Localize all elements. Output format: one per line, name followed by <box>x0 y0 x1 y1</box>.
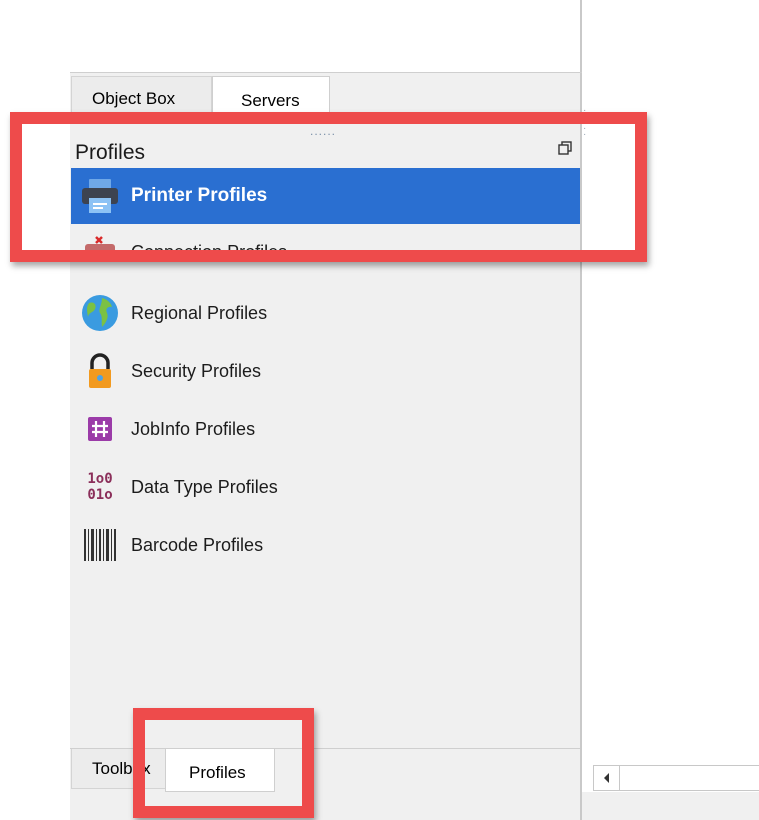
item-label: Barcode Profiles <box>131 534 264 555</box>
top-empty-pane <box>0 0 582 72</box>
barcode-icon <box>79 525 121 565</box>
list-item-data-type-profiles[interactable]: 1o0 01o Data Type Profiles <box>71 461 580 513</box>
tab-servers[interactable]: Servers <box>212 76 330 116</box>
item-label: Data Type Profiles <box>131 476 278 497</box>
globe-icon <box>79 293 121 333</box>
list-item-jobinfo-profiles[interactable]: JobInfo Profiles <box>71 403 580 455</box>
status-strip <box>582 792 759 820</box>
binary-icon: 1o0 01o <box>79 467 121 507</box>
binary-line-1: 1o0 <box>87 471 113 487</box>
arrow-left-icon <box>603 773 609 783</box>
binary-line-2: 01o <box>87 487 113 503</box>
list-item-barcode-profiles[interactable]: Barcode Profiles <box>71 519 580 571</box>
highlight-box-profiles-tab <box>133 708 314 818</box>
highlight-box-profiles-header <box>10 112 647 262</box>
lock-icon <box>79 351 121 391</box>
scroll-left-button[interactable] <box>594 766 620 790</box>
item-label: JobInfo Profiles <box>131 418 256 439</box>
hash-icon <box>79 409 121 449</box>
divider <box>70 72 582 73</box>
tab-object-box[interactable]: Object Box <box>71 76 212 112</box>
list-item-security-profiles[interactable]: Security Profiles <box>71 345 580 397</box>
item-label: Regional Profiles <box>131 302 268 323</box>
list-item-regional-profiles[interactable]: Regional Profiles <box>71 287 580 339</box>
item-label: Security Profiles <box>131 360 262 381</box>
